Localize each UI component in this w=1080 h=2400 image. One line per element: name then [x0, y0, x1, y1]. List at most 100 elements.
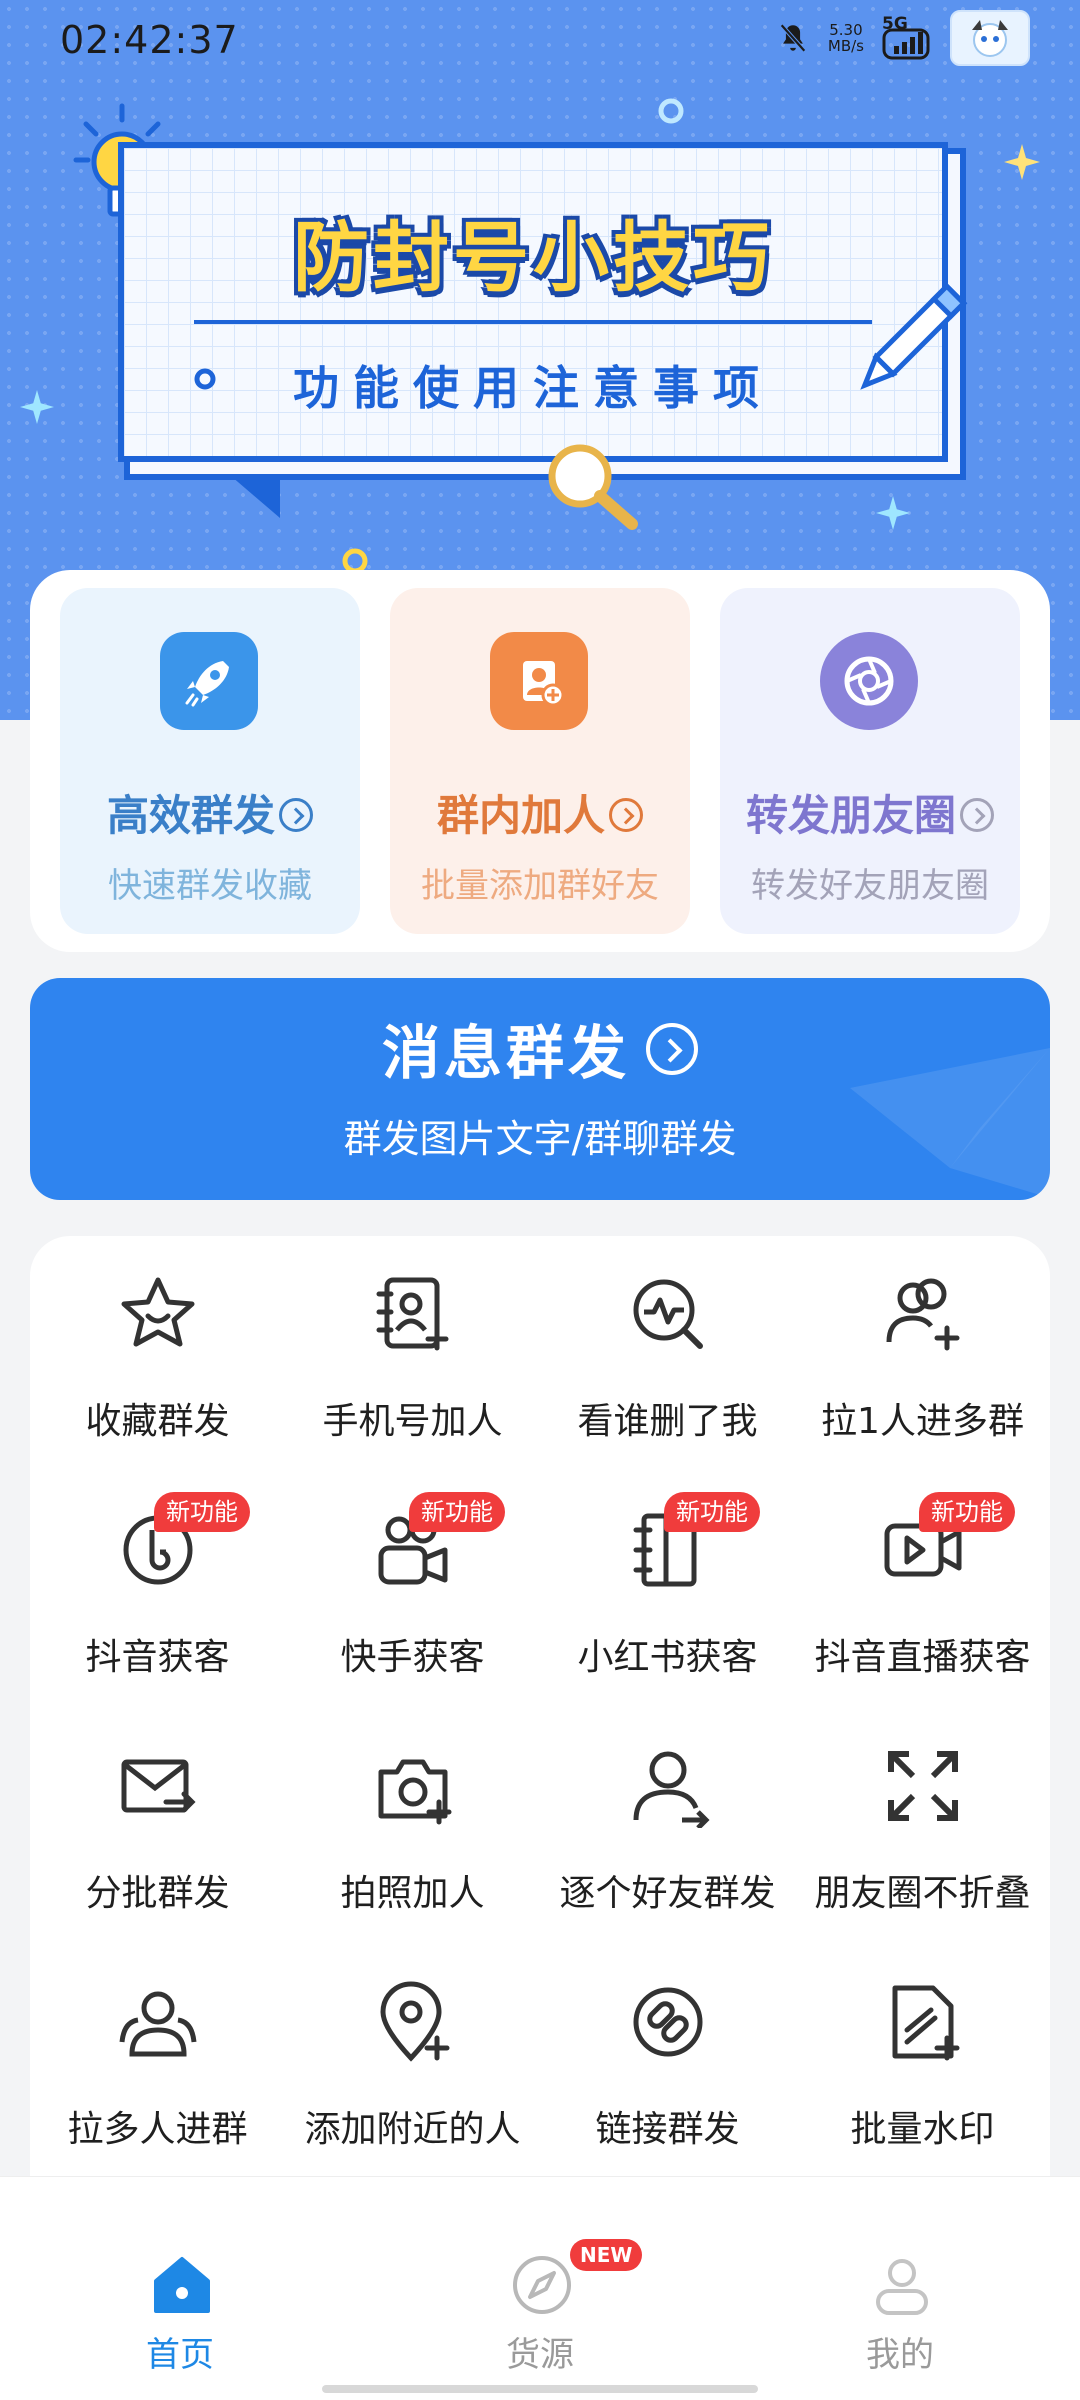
- net-speed-value: 5.30: [829, 21, 863, 39]
- grid-item-label: 抖音获客: [85, 1637, 230, 1678]
- bottom-nav: 首页 NEW 货源 我的: [0, 2176, 1080, 2400]
- message-broadcast-button[interactable]: 消息群发 群发图片文字/群聊群发: [30, 978, 1050, 1200]
- broadcast-title-text: 消息群发: [381, 1019, 630, 1087]
- grid-item-label: 批量水印: [850, 2109, 995, 2150]
- grid-item-label: 添加附近的人: [304, 2109, 521, 2150]
- grid-item-label: 手机号加人: [322, 1401, 503, 1442]
- feature-subtitle: 转发好友朋友圈: [751, 866, 989, 906]
- nav-label: 我的: [866, 2335, 934, 2375]
- grid-item-label: 看谁删了我: [577, 1401, 758, 1442]
- grid-item-label: 拉多人进群: [67, 2109, 248, 2150]
- grid-item-label: 抖音直播获客: [814, 1637, 1031, 1678]
- add-contact-icon: [490, 632, 588, 730]
- profile-icon: [876, 2259, 928, 2315]
- status-time: 02:42:37: [60, 18, 239, 62]
- search-pulse-icon: [633, 1279, 703, 1349]
- signal-5g: 5G: [882, 14, 932, 60]
- grid-item-label: 逐个好友群发: [559, 1873, 776, 1914]
- chevron-right-icon: [960, 797, 994, 832]
- nav-sources[interactable]: NEW 货源: [360, 2177, 720, 2377]
- new-feature-badge: 新功能: [664, 1492, 760, 1532]
- feature-card-batch-send[interactable]: 高效群发 快速群发收藏: [60, 588, 360, 934]
- feature-title-text: 群内加人: [436, 791, 605, 840]
- user-send-icon: [633, 1751, 710, 1828]
- feature-subtitle: 批量添加群好友: [421, 866, 659, 906]
- star-icon: [121, 1277, 195, 1347]
- net-speed-unit: MB/s: [827, 37, 864, 55]
- status-bar: 02:42:37 5.30 MB/s 5G: [0, 0, 1080, 80]
- grid-item[interactable]: 收藏群发: [30, 1236, 285, 1472]
- grid-item[interactable]: 添加附近的人: [285, 1944, 540, 2180]
- broadcast-title: 消息群发: [30, 1006, 1050, 1090]
- feature-title: 高效群发: [60, 782, 360, 843]
- feature-title: 群内加人: [390, 782, 690, 843]
- feature-title-text: 高效群发: [106, 791, 275, 840]
- mail-send-icon: [121, 1759, 196, 1813]
- group-add-icon: [886, 1278, 960, 1351]
- compass-icon: [513, 2256, 571, 2314]
- home-indicator: [322, 2385, 758, 2393]
- banner-subtitle: 功能使用注意事项: [293, 361, 773, 415]
- chevron-right-icon: [646, 1022, 698, 1075]
- chevron-right-icon: [279, 797, 313, 832]
- nav-label: 首页: [146, 2335, 214, 2375]
- grid-item[interactable]: 新功能抖音直播获客: [795, 1472, 1050, 1708]
- nav-label: 货源: [506, 2335, 574, 2375]
- grid-item[interactable]: 拉多人进群: [30, 1944, 285, 2180]
- new-feature-badge: 新功能: [409, 1492, 505, 1532]
- feature-card-forward-moments[interactable]: 转发朋友圈 转发好友朋友圈: [720, 588, 1020, 934]
- grid-item-label: 拍照加人: [340, 1873, 485, 1914]
- feature-card-group-add[interactable]: 群内加人 批量添加群好友: [390, 588, 690, 934]
- speech-tail: [210, 458, 280, 518]
- grid-item[interactable]: 分批群发: [30, 1708, 285, 1944]
- new-feature-badge: 新功能: [919, 1492, 1015, 1532]
- ring-decoration: [658, 98, 684, 124]
- divider: [194, 320, 872, 324]
- grid-item[interactable]: 批量水印: [795, 1944, 1050, 2180]
- new-badge: NEW: [570, 2239, 643, 2271]
- grid-item[interactable]: 逐个好友群发: [540, 1708, 795, 1944]
- tools-grid-panel: 收藏群发 手机号加人 看谁删了我 拉1人进多群 新功能 抖音获客 新功能 快手获客 新功能 小红书…: [30, 1236, 1050, 2236]
- expand-icon: [888, 1751, 958, 1821]
- home-icon: [154, 2257, 210, 2313]
- magnifier-icon: [548, 444, 638, 530]
- grid-item[interactable]: 新功能快手获客: [285, 1472, 540, 1708]
- new-feature-badge: 新功能: [154, 1492, 250, 1532]
- grid-item[interactable]: 链接群发: [540, 1944, 795, 2180]
- sparkle-decoration: [1004, 144, 1040, 180]
- status-icons: 5.30 MB/s 5G: [776, 10, 1030, 66]
- avatar: [950, 10, 1030, 66]
- pencil-icon: [860, 282, 968, 390]
- grid-item-label: 链接群发: [595, 2109, 740, 2150]
- signal-icon: [882, 28, 930, 60]
- grid-item[interactable]: 新功能小红书获客: [540, 1472, 795, 1708]
- grid-item[interactable]: 新功能抖音获客: [30, 1472, 285, 1708]
- chevron-right-icon: [609, 797, 643, 832]
- nav-home[interactable]: 首页: [0, 2177, 360, 2377]
- feature-subtitle: 快速群发收藏: [108, 866, 312, 906]
- link-icon: [633, 1987, 703, 2057]
- location-add-icon: [380, 1981, 450, 2062]
- grid-item[interactable]: 朋友圈不折叠: [795, 1708, 1050, 1944]
- grid-item[interactable]: 拍照加人: [285, 1708, 540, 1944]
- net-speed: 5.30 MB/s: [828, 22, 864, 54]
- grid-item-label: 小红书获客: [577, 1637, 758, 1678]
- phone-contact-icon: [376, 1277, 449, 1351]
- grid-item-label: 拉1人进多群: [821, 1401, 1024, 1442]
- grid-item-label: 收藏群发: [85, 1401, 230, 1442]
- banner-title: 防封号小技巧: [293, 213, 773, 302]
- feature-title: 转发朋友圈: [720, 782, 1020, 843]
- grid-item[interactable]: 手机号加人: [285, 1236, 540, 1472]
- camera-add-icon: [378, 1759, 452, 1825]
- tips-board: 防封号小技巧 功能使用注意事项: [118, 142, 948, 462]
- nav-profile[interactable]: 我的: [720, 2177, 1080, 2377]
- grid-item[interactable]: 看谁删了我: [540, 1236, 795, 1472]
- aperture-icon: [820, 632, 918, 730]
- feature-title-text: 转发朋友圈: [745, 791, 956, 840]
- grid-item-label: 朋友圈不折叠: [814, 1873, 1031, 1914]
- grid-item-label: 快手获客: [340, 1637, 485, 1678]
- doc-edit-icon: [892, 1985, 960, 2061]
- users-icon: [119, 1991, 197, 2057]
- grid-item[interactable]: 拉1人进多群: [795, 1236, 1050, 1472]
- broadcast-subtitle: 群发图片文字/群聊群发: [343, 1117, 737, 1161]
